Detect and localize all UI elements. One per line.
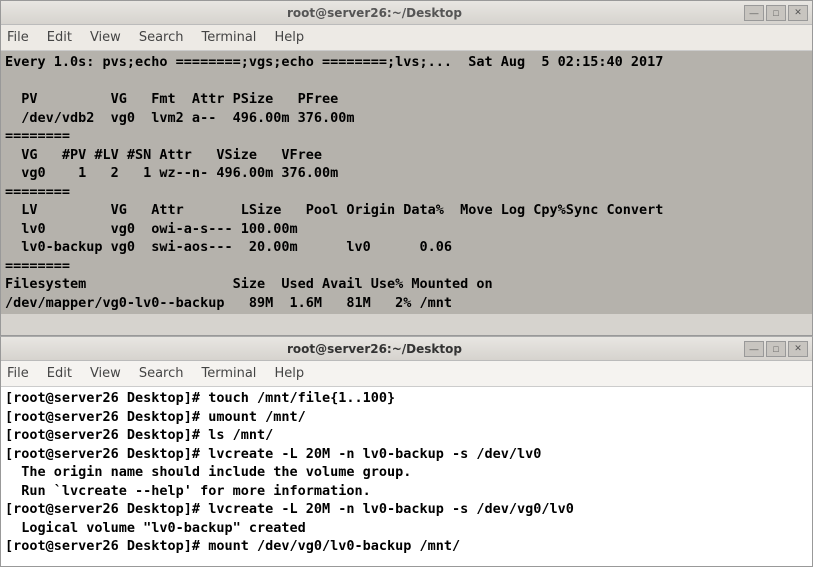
menu-terminal[interactable]: Terminal: [201, 366, 256, 381]
window-controls: [744, 341, 808, 357]
close-button[interactable]: [788, 341, 808, 357]
terminal-output-shell[interactable]: [root@server26 Desktop]# touch /mnt/file…: [1, 387, 812, 558]
terminal-output-watch[interactable]: Every 1.0s: pvs;echo ========;vgs;echo =…: [1, 51, 812, 314]
window-title: root@server26:~/Desktop: [5, 342, 744, 356]
menu-view[interactable]: View: [90, 30, 121, 45]
minimize-button[interactable]: [744, 5, 764, 21]
menu-search[interactable]: Search: [139, 366, 184, 381]
menu-help[interactable]: Help: [274, 30, 304, 45]
titlebar[interactable]: root@server26:~/Desktop: [1, 1, 812, 25]
menubar: File Edit View Search Terminal Help: [1, 361, 812, 387]
menubar: File Edit View Search Terminal Help: [1, 25, 812, 51]
terminal-window-shell: root@server26:~/Desktop File Edit View S…: [0, 336, 813, 567]
window-title: root@server26:~/Desktop: [5, 6, 744, 20]
minimize-button[interactable]: [744, 341, 764, 357]
maximize-button[interactable]: [766, 5, 786, 21]
menu-help[interactable]: Help: [274, 366, 304, 381]
menu-view[interactable]: View: [90, 366, 121, 381]
maximize-button[interactable]: [766, 341, 786, 357]
menu-terminal[interactable]: Terminal: [201, 30, 256, 45]
menu-edit[interactable]: Edit: [47, 366, 72, 381]
window-controls: [744, 5, 808, 21]
close-button[interactable]: [788, 5, 808, 21]
menu-file[interactable]: File: [7, 366, 29, 381]
terminal-window-watch: root@server26:~/Desktop File Edit View S…: [0, 0, 813, 336]
menu-file[interactable]: File: [7, 30, 29, 45]
menu-search[interactable]: Search: [139, 30, 184, 45]
menu-edit[interactable]: Edit: [47, 30, 72, 45]
titlebar[interactable]: root@server26:~/Desktop: [1, 337, 812, 361]
